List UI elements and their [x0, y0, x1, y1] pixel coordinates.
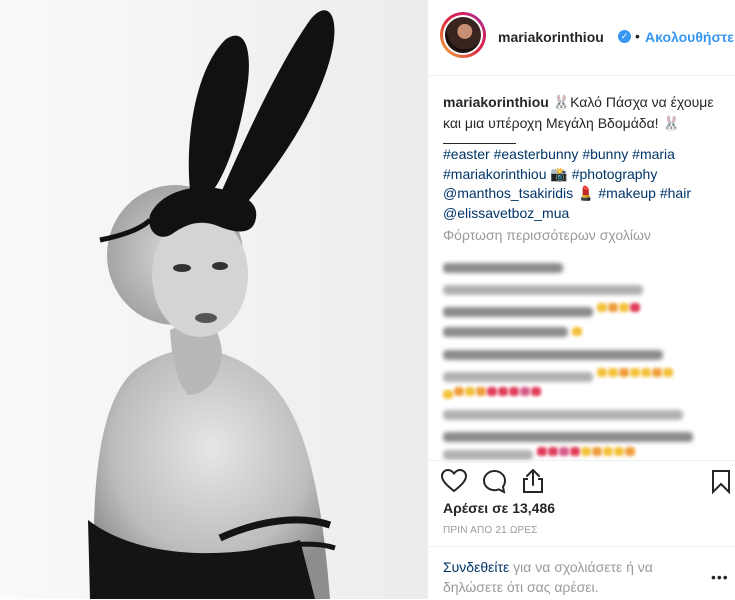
bookmark-icon[interactable]	[711, 469, 731, 494]
header-username[interactable]: mariakorinthiou	[498, 29, 604, 45]
hashtag-hair[interactable]: #hair	[660, 185, 691, 201]
mention-elissavet[interactable]: @elissavetboz_mua	[443, 205, 569, 221]
likes-count[interactable]: Αρέσει σε 13,486	[443, 500, 555, 516]
post-sidebar: mariakorinthiou ✓ • Ακολουθήστε mariakor…	[427, 0, 735, 599]
lipstick-emoji: 💄	[577, 185, 595, 201]
action-bar	[428, 460, 735, 501]
post-timestamp[interactable]: ΠΡΙΝ ΑΠΟ 21 ΩΡΕΣ	[443, 525, 538, 536]
hashtag-maria[interactable]: #maria	[632, 146, 675, 162]
follow-button[interactable]: Ακολουθήστε	[645, 29, 734, 45]
comment-blurred	[443, 258, 713, 276]
share-icon[interactable]	[522, 468, 544, 494]
login-link[interactable]: Συνδεθείτε	[443, 559, 509, 575]
hashtag-easterbunny[interactable]: #easterbunny	[494, 146, 579, 162]
avatar[interactable]	[443, 15, 483, 55]
comment-blurred	[443, 322, 713, 340]
post-header: mariakorinthiou ✓ • Ακολουθήστε	[428, 0, 735, 76]
post-photo-illustration	[88, 10, 336, 599]
camera-emoji: 📸	[550, 165, 568, 182]
post-photo[interactable]	[0, 0, 427, 599]
hashtags: #easter #easterbunny #bunny #maria #mari…	[443, 145, 733, 223]
verified-badge-icon: ✓	[618, 30, 631, 43]
caption-username[interactable]: mariakorinthiou	[443, 94, 549, 110]
comment-blurred	[443, 280, 713, 317]
load-more-comments-button[interactable]: Φόρτωση περισσότερων σχολίων	[443, 227, 651, 243]
comment-blurred	[443, 405, 713, 461]
comment-blurred	[443, 345, 713, 400]
caption-separator-line	[443, 143, 516, 144]
caption: mariakorinthiou 🐰Καλό Πάσχα να έχουμε κα…	[443, 92, 723, 134]
hashtag-mariakorinthiou[interactable]: #mariakorinthiou	[443, 166, 547, 182]
hashtag-photography[interactable]: #photography	[572, 166, 658, 182]
mention-manthos[interactable]: @manthos_tsakiridis	[443, 185, 573, 201]
hashtag-makeup[interactable]: #makeup	[598, 185, 656, 201]
login-prompt-text: Συνδεθείτε για να σχολιάσετε ή να δηλώσε…	[443, 557, 683, 597]
avatar-story-ring[interactable]	[440, 12, 486, 58]
more-options-button[interactable]: •••	[711, 569, 729, 585]
hashtag-easter[interactable]: #easter	[443, 146, 490, 162]
login-prompt: Συνδεθείτε για να σχολιάσετε ή να δηλώσε…	[428, 546, 735, 600]
heart-icon[interactable]	[441, 469, 467, 493]
comment-bubble-icon[interactable]	[482, 469, 507, 494]
hashtag-bunny[interactable]: #bunny	[582, 146, 628, 162]
header-separator: •	[635, 28, 640, 44]
